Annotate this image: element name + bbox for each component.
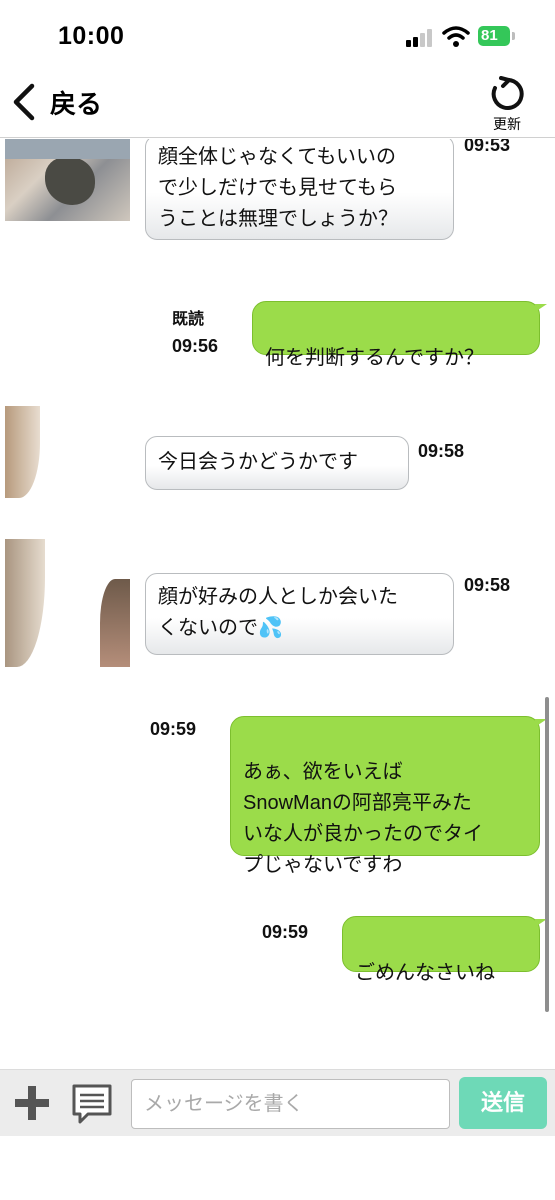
plus-icon[interactable] — [13, 1084, 51, 1122]
partner-photo[interactable] — [5, 139, 130, 221]
message-bubble-outgoing[interactable]: ごめんなさいね — [342, 916, 547, 984]
partner-photo[interactable] — [5, 539, 130, 667]
send-button[interactable]: 送信 — [459, 1077, 547, 1129]
message-bubble-incoming[interactable]: 顔が好みの人としか会いた くないので💦 — [145, 573, 454, 655]
partner-photo[interactable] — [5, 406, 40, 498]
signal-icon — [406, 29, 434, 47]
refresh-label: 更新 — [493, 116, 521, 132]
message-time: 09:53 — [464, 139, 511, 155]
read-receipt: 既読 — [172, 311, 205, 328]
message-time: 09:56 — [172, 336, 219, 356]
message-time: 09:59 — [150, 719, 197, 739]
status-time: 10:00 — [58, 22, 125, 50]
back-chevron-icon — [13, 83, 35, 121]
status-bar: 10:00 81 — [0, 0, 555, 70]
refresh-icon — [491, 76, 524, 110]
memo-icon[interactable] — [70, 1082, 114, 1126]
chat-message-list[interactable]: 顔全体じゃなくてもいいの で少しだけでも見せてもら うことは無理でしょうか？ 0… — [0, 139, 555, 1069]
photo-subject — [100, 579, 130, 667]
message-input-bar: 送信 — [0, 1069, 555, 1136]
back-button[interactable]: 戻る — [10, 78, 102, 126]
message-input[interactable] — [131, 1079, 450, 1129]
message-bubble-incoming[interactable]: 今日会うかどうかです — [145, 436, 409, 490]
photo-subject — [45, 157, 95, 205]
message-bubble-outgoing[interactable]: 何を判断するんですか？ — [252, 301, 547, 369]
refresh-button[interactable]: 更新 — [482, 76, 532, 136]
chat-header: 戻る 更新 — [0, 70, 555, 138]
message-time: 09:58 — [418, 441, 465, 461]
message-text: ごめんなさいね — [355, 962, 495, 984]
photo-shirt — [5, 139, 130, 159]
battery-indicator: 81 — [478, 26, 510, 46]
back-label: 戻る — [50, 88, 103, 119]
photo-edge — [5, 539, 45, 667]
message-time: 09:59 — [262, 922, 309, 942]
message-bubble-incoming[interactable]: 顔全体じゃなくてもいいの で少しだけでも見せてもら うことは無理でしょうか？ — [145, 139, 454, 240]
wifi-icon — [442, 26, 470, 47]
scrollbar[interactable] — [545, 697, 549, 1012]
message-text: 何を判断するんですか？ — [265, 347, 484, 369]
message-bubble-outgoing[interactable]: あぁ、欲をいえば SnowManの阿部亮平みた いな人が良かったのでタイ プじゃ… — [230, 716, 547, 876]
battery-level: 81 — [481, 27, 498, 44]
bubble-tail — [535, 304, 547, 312]
message-time: 09:58 — [464, 575, 511, 595]
battery-tip — [512, 32, 515, 40]
message-text: あぁ、欲をいえば SnowManの阿部亮平みた いな人が良かったのでタイ プじゃ… — [243, 761, 483, 876]
